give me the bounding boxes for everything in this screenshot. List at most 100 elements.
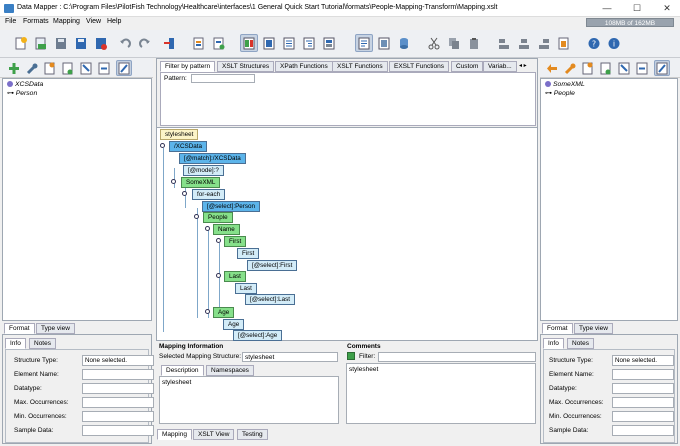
- min-occurrences-field[interactable]: [82, 411, 154, 422]
- edit-doc-icon[interactable]: [60, 60, 76, 76]
- menu-mapping[interactable]: Mapping: [53, 18, 80, 25]
- tab-description[interactable]: Description: [161, 365, 204, 376]
- tab-format[interactable]: Format: [4, 323, 35, 334]
- node-stylesheet[interactable]: stylesheet: [160, 129, 199, 140]
- comment-filter-input[interactable]: [378, 352, 536, 362]
- exit-icon[interactable]: [160, 34, 178, 52]
- node-mode[interactable]: [@mode]:?: [183, 165, 224, 176]
- tab-exslt-functions[interactable]: EXSLT Functions: [389, 61, 449, 72]
- view-list-icon[interactable]: [280, 34, 298, 52]
- tab-custom[interactable]: Custom: [451, 61, 484, 72]
- min-occurrences-field[interactable]: [612, 411, 674, 422]
- help-icon[interactable]: ?: [585, 34, 603, 52]
- memory-indicator[interactable]: 108MB of 162MB: [586, 18, 674, 27]
- node-xcsdata[interactable]: /XCSData: [169, 141, 207, 152]
- align-right-icon[interactable]: [535, 34, 553, 52]
- comment-item[interactable]: stylesheet: [349, 366, 378, 373]
- datatype-field[interactable]: [612, 383, 674, 394]
- paste-icon[interactable]: [465, 34, 483, 52]
- node-select-person[interactable]: [@select]:Person: [202, 201, 261, 212]
- pattern-input[interactable]: [191, 74, 255, 83]
- view-schema-icon[interactable]: [375, 34, 393, 52]
- expand-icon[interactable]: [634, 60, 650, 76]
- description-text[interactable]: stylesheet: [159, 376, 339, 424]
- node-first-output[interactable]: First: [224, 236, 247, 247]
- expand-icon[interactable]: [96, 60, 112, 76]
- element-name-field[interactable]: [612, 369, 674, 380]
- node-first[interactable]: First: [237, 248, 260, 259]
- format-add-icon[interactable]: [190, 34, 208, 52]
- view-xslt-icon[interactable]: [355, 34, 373, 52]
- map-arrow-icon[interactable]: [544, 60, 560, 76]
- max-occurrences-field[interactable]: [82, 397, 154, 408]
- tree-item-person[interactable]: ⊶ Person: [7, 89, 37, 97]
- copy-icon[interactable]: [445, 34, 463, 52]
- properties-icon[interactable]: [555, 34, 573, 52]
- element-name-field[interactable]: [82, 369, 154, 380]
- view-map-icon[interactable]: [240, 34, 258, 52]
- tab-filter-by-pattern[interactable]: Filter by pattern: [160, 61, 216, 72]
- tab-scroll-arrows[interactable]: ◂ ▸: [519, 62, 527, 69]
- open-file-icon[interactable]: [32, 34, 50, 52]
- pin-icon[interactable]: [216, 273, 221, 278]
- node-last-output[interactable]: Last: [224, 271, 246, 282]
- tab-notes[interactable]: Notes: [567, 338, 594, 349]
- tab-xpath-functions[interactable]: XPath Functions: [275, 61, 333, 72]
- tab-variables[interactable]: Variab...: [483, 61, 517, 72]
- align-center-icon[interactable]: [515, 34, 533, 52]
- sample-data-field[interactable]: [82, 425, 154, 436]
- minimize-button[interactable]: —: [600, 3, 614, 14]
- add-comment-icon[interactable]: [347, 352, 355, 360]
- info-icon[interactable]: i: [605, 34, 623, 52]
- node-people[interactable]: People: [203, 212, 233, 223]
- tab-notes[interactable]: Notes: [29, 338, 56, 349]
- cut-icon[interactable]: [425, 34, 443, 52]
- node-age-output[interactable]: Age: [213, 307, 235, 318]
- node-somexml[interactable]: SomeXML: [181, 177, 221, 188]
- tree-item-people[interactable]: ⊶ People: [545, 89, 575, 97]
- tree-item-xcsdata[interactable]: XCSData: [7, 81, 43, 88]
- pin-icon[interactable]: [182, 191, 187, 196]
- expand-toggle-icon[interactable]: ⊶: [545, 90, 554, 97]
- structure-type-field[interactable]: None selected.: [82, 355, 154, 366]
- tab-xslt-view[interactable]: XSLT View: [193, 429, 235, 440]
- sample-data-field[interactable]: [612, 425, 674, 436]
- node-match[interactable]: [@match]:/XCSData: [179, 153, 246, 164]
- datatype-field[interactable]: [82, 383, 154, 394]
- database-icon[interactable]: [395, 34, 413, 52]
- menu-help[interactable]: Help: [107, 18, 121, 25]
- save-as-icon[interactable]: [72, 34, 90, 52]
- structure-type-field[interactable]: None selected.: [612, 355, 674, 366]
- wrench-icon[interactable]: [562, 60, 578, 76]
- node-name[interactable]: Name: [213, 224, 240, 235]
- node-age[interactable]: Age: [223, 319, 245, 330]
- menu-formats[interactable]: Formats: [23, 18, 49, 25]
- node-for-each[interactable]: for-each: [192, 189, 226, 200]
- add-node-icon[interactable]: [6, 60, 22, 76]
- pin-icon[interactable]: [160, 143, 165, 148]
- new-file-icon[interactable]: [12, 34, 30, 52]
- tab-namespaces[interactable]: Namespaces: [206, 365, 254, 376]
- align-left-icon[interactable]: [495, 34, 513, 52]
- highlight-icon[interactable]: [116, 60, 132, 76]
- view-grid-icon[interactable]: [260, 34, 278, 52]
- view-tree-icon[interactable]: [300, 34, 318, 52]
- pin-icon[interactable]: [205, 309, 210, 314]
- tab-info[interactable]: Info: [5, 338, 26, 349]
- pin-icon[interactable]: [205, 226, 210, 231]
- tab-testing[interactable]: Testing: [237, 429, 268, 440]
- tab-info[interactable]: Info: [543, 338, 564, 349]
- view-detail-icon[interactable]: [320, 34, 338, 52]
- menu-file[interactable]: File: [5, 18, 16, 25]
- tab-xslt-structures[interactable]: XSLT Structures: [217, 61, 275, 72]
- pin-icon[interactable]: [194, 214, 199, 219]
- close-button[interactable]: ✕: [660, 3, 674, 14]
- save-copy-icon[interactable]: [92, 34, 110, 52]
- tab-type-view[interactable]: Type view: [36, 323, 75, 334]
- tab-type-view[interactable]: Type view: [574, 323, 613, 334]
- cursor-icon[interactable]: [78, 60, 94, 76]
- edit-doc-icon[interactable]: [598, 60, 614, 76]
- wrench-icon[interactable]: [24, 60, 40, 76]
- pin-icon[interactable]: [216, 238, 221, 243]
- tab-format[interactable]: Format: [542, 323, 573, 334]
